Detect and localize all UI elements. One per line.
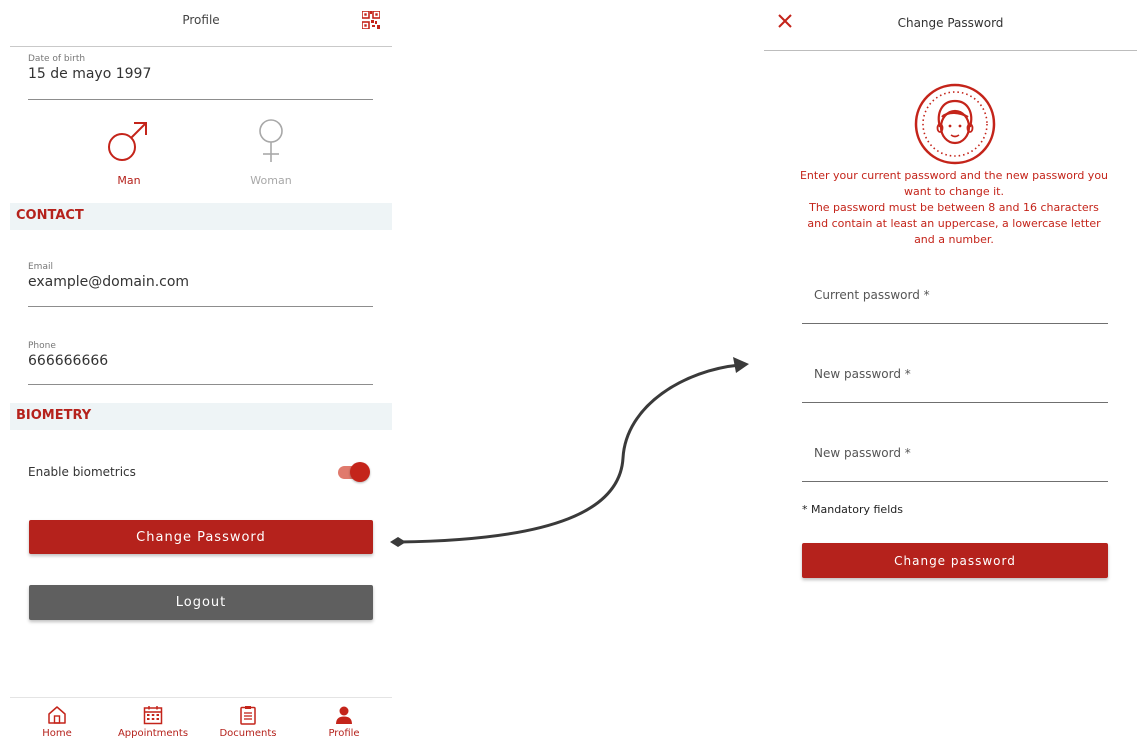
gender-man-option[interactable]: Man — [89, 118, 169, 187]
logout-button[interactable]: Logout — [29, 585, 373, 620]
home-icon — [48, 706, 66, 724]
calendar-icon — [143, 706, 163, 725]
tab-home-label: Home — [42, 728, 72, 739]
phone-value: 666666666 — [28, 353, 109, 369]
tab-documents-label: Documents — [219, 728, 277, 739]
birth-date-label: Date of birth — [28, 54, 86, 64]
field-underline — [28, 99, 373, 100]
tab-appointments-label: Appointments — [117, 728, 189, 739]
field-underline — [802, 402, 1108, 403]
instruction-line: want to change it. — [904, 185, 1004, 198]
tab-home[interactable]: Home — [32, 705, 82, 739]
gender-woman-option[interactable]: Woman — [231, 118, 311, 187]
tab-profile[interactable]: Profile — [317, 705, 371, 739]
instruction-line: and a number. — [914, 233, 994, 246]
gender-man-label: Man — [117, 174, 141, 187]
toggle-knob — [350, 462, 370, 482]
page-title: Profile — [182, 13, 220, 27]
change-password-screen: Change Password Enter your current passw… — [764, 0, 1137, 747]
current-password-placeholder: Current password * — [814, 288, 930, 302]
contact-section-header: CONTACT — [10, 203, 392, 230]
submit-change-password-button[interactable]: Change password — [802, 543, 1108, 578]
instruction-line: and contain at least an uppercase, a low… — [807, 217, 1101, 230]
contact-heading: CONTACT — [16, 208, 84, 223]
biometry-heading: BIOMETRY — [16, 408, 92, 423]
password-instructions: Enter your current password and the new … — [798, 168, 1110, 248]
qr-code-icon[interactable] — [362, 11, 380, 29]
header-divider — [10, 46, 392, 47]
page-title: Change Password — [897, 16, 1004, 30]
gender-woman-label: Woman — [250, 174, 292, 187]
instruction-line: The password must be between 8 and 16 ch… — [809, 201, 1099, 214]
instruction-line: Enter your current password and the new … — [799, 169, 1109, 182]
field-underline — [802, 323, 1108, 324]
header-divider — [764, 50, 1137, 51]
user-icon — [336, 706, 352, 724]
repeat-password-placeholder: New password * — [814, 446, 911, 460]
new-password-placeholder: New password * — [814, 367, 911, 381]
biometry-section-header: BIOMETRY — [10, 403, 392, 430]
flow-arrow — [390, 357, 749, 547]
biometrics-toggle[interactable] — [338, 462, 370, 482]
change-password-button[interactable]: Change Password — [29, 520, 373, 554]
mandatory-fields-note: * Mandatory fields — [802, 503, 903, 516]
phone-field[interactable]: Phone 666666666 — [28, 341, 373, 387]
tab-profile-label: Profile — [328, 728, 360, 739]
tab-bar-divider — [10, 697, 392, 698]
field-underline — [802, 481, 1108, 482]
birth-date-value: 15 de mayo 1997 — [28, 66, 152, 82]
field-underline — [28, 384, 373, 385]
female-symbol-icon — [259, 119, 283, 162]
email-field[interactable]: Email example@domain.com — [28, 262, 373, 308]
tab-appointments[interactable]: Appointments — [113, 705, 193, 739]
tab-documents[interactable]: Documents — [213, 705, 283, 739]
birth-date-field[interactable]: Date of birth 15 de mayo 1997 — [28, 54, 373, 101]
clipboard-icon — [240, 706, 256, 725]
email-label: Email — [28, 262, 53, 272]
phone-label: Phone — [28, 341, 56, 351]
profile-screen: Profile Date of birth 15 de mayo 1997 Ma… — [10, 0, 392, 747]
email-value: example@domain.com — [28, 274, 190, 290]
biometrics-toggle-label: Enable biometrics — [28, 465, 136, 479]
field-underline — [28, 306, 373, 307]
male-symbol-icon — [108, 122, 147, 161]
face-avatar-icon — [914, 83, 996, 165]
